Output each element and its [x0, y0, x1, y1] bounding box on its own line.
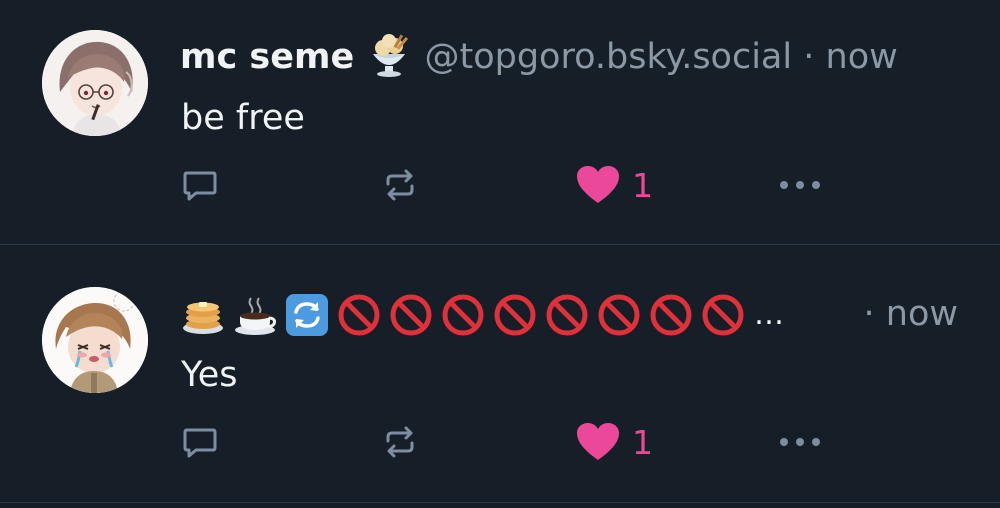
like-button[interactable]: 1 — [574, 417, 653, 467]
hot-beverage-icon — [235, 297, 276, 335]
prohibited-icon — [546, 294, 588, 336]
repost-button[interactable] — [380, 160, 420, 210]
post-header: … — [180, 289, 830, 340]
repost-arrows-icon — [386, 169, 414, 201]
post-item[interactable]: mc seme @topgoro.bsky.social · now be fr… — [0, 0, 1000, 245]
prohibited-icon — [338, 294, 380, 336]
reply-button[interactable] — [180, 160, 220, 210]
post-actions: 1 — [180, 160, 840, 210]
counterclockwise-arrows-icon — [286, 294, 328, 336]
post-header: mc seme @topgoro.bsky.social · now — [180, 32, 960, 84]
prohibited-icon — [650, 294, 692, 336]
ellipsis-icon — [780, 181, 820, 189]
timestamp[interactable]: now — [886, 294, 958, 334]
avatar-illustration — [42, 287, 148, 393]
repost-button[interactable] — [380, 417, 420, 467]
ellipsis-icon — [780, 438, 820, 446]
like-count: 1 — [632, 422, 653, 462]
avatar-illustration — [42, 30, 148, 136]
ice-cream-sundae-icon — [365, 32, 413, 84]
post-text: be free — [181, 98, 305, 138]
handle[interactable]: @topgoro.bsky.social — [424, 37, 792, 77]
like-button[interactable]: 1 — [574, 160, 653, 210]
separator-dot: · — [863, 294, 875, 334]
repost-arrows-icon — [386, 426, 414, 458]
post-actions: 1 — [180, 417, 840, 467]
display-name[interactable]: mc seme — [180, 37, 354, 77]
pancakes-icon — [183, 302, 223, 334]
speech-bubble-icon — [183, 428, 217, 458]
more-options-button[interactable] — [776, 417, 824, 467]
post-feed: mc seme @topgoro.bsky.social · now be fr… — [0, 0, 1000, 508]
post-item[interactable]: … · now Yes 1 — [0, 245, 1000, 503]
like-count: 1 — [632, 165, 653, 205]
timestamp-wrap: · now — [863, 289, 958, 339]
name-truncation: … — [754, 297, 784, 332]
prohibited-icon — [598, 294, 640, 336]
separator-dot: · — [803, 37, 815, 77]
reply-button[interactable] — [180, 417, 220, 467]
prohibited-icon — [390, 294, 432, 336]
post-text: Yes — [181, 355, 238, 395]
prohibited-icon — [702, 294, 744, 336]
avatar[interactable] — [42, 30, 148, 136]
avatar[interactable] — [42, 287, 148, 393]
more-options-button[interactable] — [776, 160, 824, 210]
timestamp[interactable]: now — [826, 37, 898, 77]
display-name-emojis[interactable]: … — [180, 290, 784, 340]
prohibited-icon — [494, 294, 536, 336]
heart-icon — [577, 166, 619, 203]
speech-bubble-icon — [183, 171, 217, 201]
heart-icon — [577, 423, 619, 460]
prohibited-icon — [442, 294, 484, 336]
